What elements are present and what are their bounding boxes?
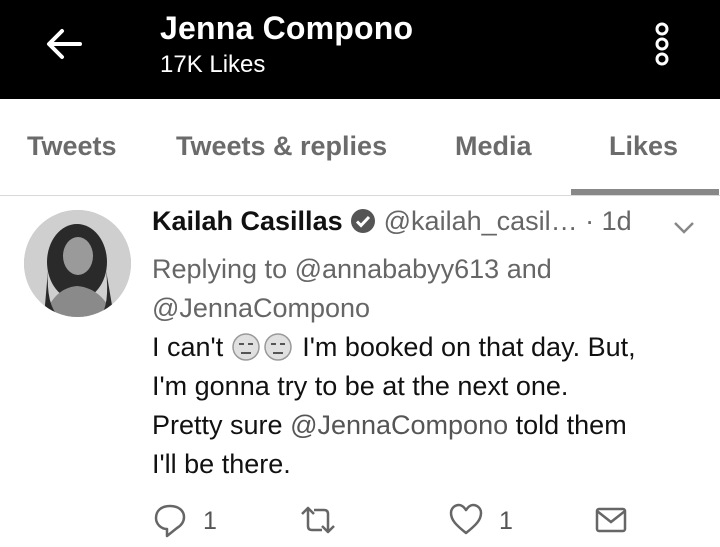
likes-count: 17K Likes [160,51,266,78]
tweet-header: Kailah Casillas @kailah_casil… · 1d [152,206,632,237]
author-name[interactable]: Kailah Casillas [152,206,343,236]
chevron-down-icon[interactable] [672,218,696,236]
tweet-text-line: Pretty sure [152,410,283,440]
like-count: 1 [499,507,513,535]
reply-count: 1 [203,507,217,535]
back-arrow-icon[interactable] [44,26,84,62]
more-options-icon[interactable] [650,20,674,68]
tab-likes[interactable]: Likes [609,131,678,162]
verified-badge-icon [351,209,376,233]
tweet-actions: 1 1 [0,500,720,547]
like-icon[interactable] [448,500,484,540]
profile-tabs: Tweets Tweets & replies Media Likes [0,99,720,196]
tweet-text-line: I'm gonna try to be at the next one. [152,371,569,401]
reply-user-link[interactable]: @JennaCompono [152,293,370,323]
replying-to-label: Replying to [152,254,288,284]
author-handle[interactable]: @kailah_casil… [384,206,578,236]
avatar[interactable] [24,210,131,317]
tab-tweets[interactable]: Tweets [27,131,117,162]
tab-media[interactable]: Media [455,131,532,162]
avatar-image [24,210,131,317]
tweet-text-line: I can't [152,332,224,362]
message-icon[interactable] [595,500,627,540]
tweet-text-line: told them [515,410,627,440]
tab-tweets-replies[interactable]: Tweets & replies [176,131,387,162]
profile-title: Jenna Compono [160,10,414,46]
tweet-text-line: I'll be there. [152,449,291,479]
emoji-icon [231,333,260,361]
mention-link[interactable]: @JennaCompono [290,410,508,440]
reply-icon[interactable] [152,500,188,540]
emoji-icon [263,333,292,361]
active-tab-indicator [571,189,719,195]
tweet-text-line: I'm booked on that day. But, [302,332,636,362]
tweet-time: · 1d [585,206,632,236]
app-header: Jenna Compono 17K Likes [0,0,720,99]
reply-user-link[interactable]: @annababyy613 [295,254,500,284]
tweet-text: I can't I'm booked on that day. But, I'm… [152,328,712,484]
retweet-icon[interactable] [298,500,338,540]
replying-to-and: and [506,254,552,284]
replying-to: Replying to @annababyy613 and @JennaComp… [152,250,712,328]
